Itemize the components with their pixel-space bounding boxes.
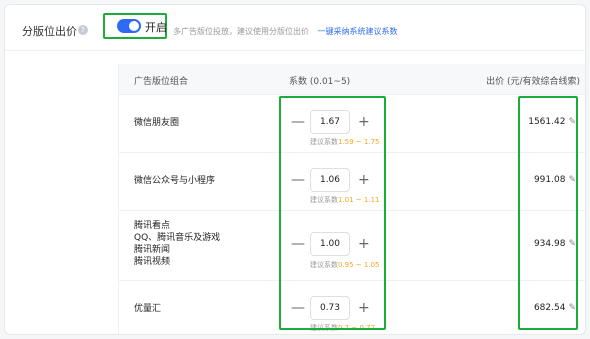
combo-line: 腾讯视频: [134, 257, 171, 267]
placement-combo: 微信朋友圈: [134, 117, 179, 129]
combo-line: QQ、腾讯音乐及游戏: [134, 233, 221, 243]
header-coefficient: 系数 (0.01~5): [289, 77, 351, 87]
header-bid: 出价 (元/有效综合线索): [486, 77, 580, 87]
bid-column-highlight: [518, 96, 578, 330]
combo-line: 微信朋友圈: [134, 118, 180, 128]
placement-combo: 优量汇: [134, 303, 161, 315]
header-bar: 分版位出价 ? 多广告版位投放，建议使用分版位出价 一键采纳系统建议系数: [5, 5, 585, 51]
header-combo: 广告版位组合: [134, 77, 189, 87]
setting-label: 分版位出价: [22, 25, 77, 38]
toggle-label: 开启: [145, 21, 167, 34]
combo-line: 腾讯看点: [134, 221, 171, 231]
adopt-suggestion-link[interactable]: 一键采纳系统建议系数: [318, 27, 398, 36]
placement-combo: 微信公众号与小程序: [134, 175, 215, 187]
help-icon[interactable]: ?: [78, 25, 88, 35]
combo-line: 微信公众号与小程序: [134, 176, 216, 186]
placement-combo: 腾讯看点 QQ、腾讯音乐及游戏 腾讯新闻 腾讯视频: [134, 220, 220, 268]
enable-toggle[interactable]: [117, 19, 141, 33]
combo-line: 优量汇: [134, 304, 162, 314]
coefficient-column-highlight: [279, 96, 386, 330]
description: 多广告版位投放，建议使用分版位出价 一键采纳系统建议系数: [173, 26, 398, 37]
combo-line: 腾讯新闻: [134, 245, 171, 255]
toggle-knob: [129, 21, 139, 31]
table-header: 广告版位组合 系数 (0.01~5) 出价 (元/有效综合线索): [119, 64, 585, 95]
description-text: 多广告版位投放，建议使用分版位出价: [173, 27, 309, 36]
